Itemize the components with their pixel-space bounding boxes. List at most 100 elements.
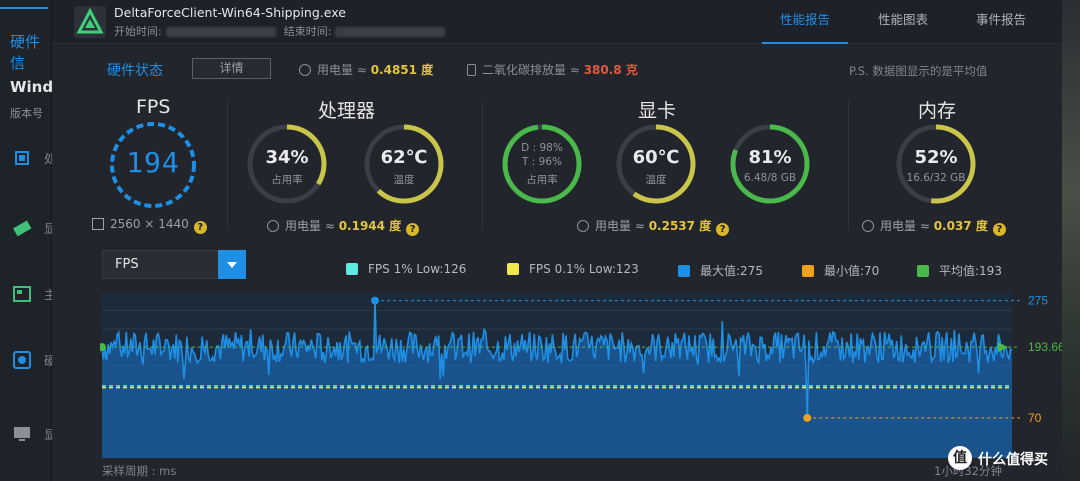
gpu-title: 显卡 bbox=[638, 100, 677, 122]
gpu-usage-d: D : 98% bbox=[521, 142, 563, 154]
chart-note: P.S. 数据图显示的是平均值 bbox=[849, 64, 988, 78]
power-icon bbox=[267, 220, 279, 232]
cpu-usage-label: 占用率 bbox=[271, 174, 303, 186]
resolution: 2560 × 1440? bbox=[92, 217, 207, 234]
screen-icon bbox=[92, 218, 104, 230]
legend-item: 平均值:193 bbox=[917, 262, 1002, 279]
gpu-usage-label: 占用率 bbox=[526, 174, 558, 186]
sidebar-item-disk[interactable]: 硬 bbox=[8, 346, 56, 374]
app-name: DeltaForceClient-Win64-Shipping.exe bbox=[114, 5, 346, 20]
gpu-memory-label: 6.48/8 GB bbox=[743, 172, 797, 184]
cpu-icon bbox=[15, 151, 29, 165]
legend-label: FPS 1% Low:126 bbox=[368, 262, 467, 276]
metric-select-value: FPS bbox=[115, 257, 139, 272]
fps-value: 194 bbox=[126, 146, 180, 179]
gpu-temp-label: 温度 bbox=[645, 174, 667, 186]
tab-event-report[interactable]: 事件报告 bbox=[958, 0, 1044, 44]
memory-title: 内存 bbox=[918, 100, 957, 122]
hardware-status-label: 硬件状态 bbox=[107, 63, 163, 79]
legend-item: 最小值:70 bbox=[802, 262, 879, 279]
watermark-text: 什么值得买 bbox=[978, 452, 1048, 468]
help-icon[interactable]: ? bbox=[992, 223, 1006, 236]
detail-button[interactable]: 详情 bbox=[192, 58, 271, 79]
version-label: 版本号 bbox=[10, 107, 43, 120]
legend-label: 平均值:193 bbox=[939, 264, 1002, 278]
report-window: DeltaForceClient-Win64-Shipping.exe 开始时间… bbox=[52, 0, 1062, 481]
gpu-icon bbox=[13, 220, 32, 237]
monitor-icon bbox=[14, 427, 30, 441]
gpu-memory-gauge: 81% 6.48/8 GB bbox=[728, 122, 812, 206]
tab-performance-report[interactable]: 性能报告 bbox=[762, 0, 848, 44]
memory-usage-value: 52% bbox=[914, 147, 958, 168]
power-value: 0.4851 度 bbox=[370, 63, 434, 77]
memory-power: 用电量 ≈ 0.037 度? bbox=[862, 217, 1006, 236]
sample-period-label: 采样周期 : ms bbox=[102, 464, 177, 478]
divider bbox=[848, 100, 849, 230]
cpu-temp-value: 62℃ bbox=[380, 147, 428, 168]
help-icon[interactable]: ? bbox=[716, 223, 730, 236]
metric-select[interactable]: FPS bbox=[102, 250, 246, 279]
gpu-usage-t: T : 96% bbox=[522, 156, 562, 168]
gpu-memory-value: 81% bbox=[748, 147, 792, 168]
fps-chart: 275 193.66 70 bbox=[100, 292, 1062, 458]
co2-label: 二氧化碳排放量 ≈ bbox=[482, 63, 580, 77]
board-icon bbox=[13, 286, 31, 302]
cpu-power-value: 0.1944 度 bbox=[338, 219, 402, 233]
cpu-temp-label: 温度 bbox=[393, 174, 415, 186]
legend-swatch bbox=[802, 265, 814, 277]
sidebar-item-gpu[interactable]: 显 bbox=[8, 214, 56, 242]
delta-logo-icon bbox=[76, 7, 104, 34]
blurred-value bbox=[165, 27, 276, 37]
tab-performance-charts[interactable]: 性能图表 bbox=[860, 0, 946, 44]
avg-label: 193.66 bbox=[1028, 340, 1062, 354]
legend-item: 最大值:275 bbox=[678, 262, 763, 279]
max-label: 275 bbox=[1028, 294, 1048, 308]
power-label: 用电量 ≈ bbox=[317, 63, 367, 77]
disk-icon bbox=[13, 351, 31, 369]
power-icon bbox=[862, 220, 874, 232]
sidebar-item-monitor[interactable]: 显 bbox=[8, 420, 56, 448]
legend-item: FPS 1% Low:126 bbox=[346, 262, 466, 276]
sidebar-item-cpu[interactable]: 处 bbox=[8, 144, 56, 172]
gpu-temp-gauge: 60℃ 温度 bbox=[614, 122, 698, 206]
os-title: Wind bbox=[10, 78, 54, 96]
legend-label: 最小值:70 bbox=[824, 264, 880, 278]
help-icon[interactable]: ? bbox=[193, 221, 207, 234]
cpu-usage-value: 34% bbox=[265, 147, 309, 168]
legend-item: FPS 0.1% Low:123 bbox=[507, 262, 639, 276]
blurred-value bbox=[335, 27, 446, 37]
memory-usage-label: 16.6/32 GB bbox=[906, 172, 966, 184]
legend-swatch bbox=[678, 265, 690, 277]
app-logo bbox=[74, 6, 106, 38]
max-point bbox=[371, 296, 379, 305]
cpu-title: 处理器 bbox=[318, 100, 376, 122]
sidebar-tab-underline bbox=[0, 7, 48, 9]
power-icon bbox=[577, 220, 589, 232]
divider bbox=[227, 100, 228, 230]
gpu-power-value: 0.2537 度 bbox=[648, 219, 712, 233]
co2-emission: 二氧化碳排放量 ≈ 380.8 克 bbox=[467, 61, 638, 78]
chevron-down-icon[interactable] bbox=[218, 250, 246, 279]
gpu-temp-value: 60℃ bbox=[632, 147, 680, 168]
sidebar-title[interactable]: 硬件信 bbox=[10, 31, 51, 73]
fps-gauge: 194 bbox=[108, 120, 198, 210]
legend-swatch bbox=[507, 263, 519, 275]
gpu-usage-gauge: D : 98% T : 96% 占用率 bbox=[500, 122, 584, 206]
watermark: 值 什么值得买 bbox=[948, 446, 1068, 470]
co2-icon bbox=[467, 64, 476, 76]
sidebar-item-board[interactable]: 主 bbox=[8, 280, 56, 308]
total-power: 用电量 ≈ 0.4851 度 bbox=[299, 61, 433, 78]
legend-swatch bbox=[346, 263, 358, 275]
cpu-power: 用电量 ≈ 0.1944 度? bbox=[267, 217, 420, 236]
help-icon[interactable]: ? bbox=[406, 223, 420, 236]
background-edge bbox=[1062, 0, 1080, 481]
cpu-temp-gauge: 62℃ 温度 bbox=[362, 122, 446, 206]
cpu-usage-gauge: 34% 占用率 bbox=[245, 122, 329, 206]
power-icon bbox=[299, 64, 311, 76]
memory-gauge: 52% 16.6/32 GB bbox=[894, 122, 978, 206]
gpu-power: 用电量 ≈ 0.2537 度? bbox=[577, 217, 730, 236]
memory-power-value: 0.037 度 bbox=[933, 219, 988, 233]
hardware-status-row: 硬件状态 详情 用电量 ≈ 0.4851 度 二氧化碳排放量 ≈ 380.8 克… bbox=[52, 56, 1062, 82]
legend-label: 最大值:275 bbox=[700, 264, 763, 278]
min-point bbox=[803, 413, 812, 422]
